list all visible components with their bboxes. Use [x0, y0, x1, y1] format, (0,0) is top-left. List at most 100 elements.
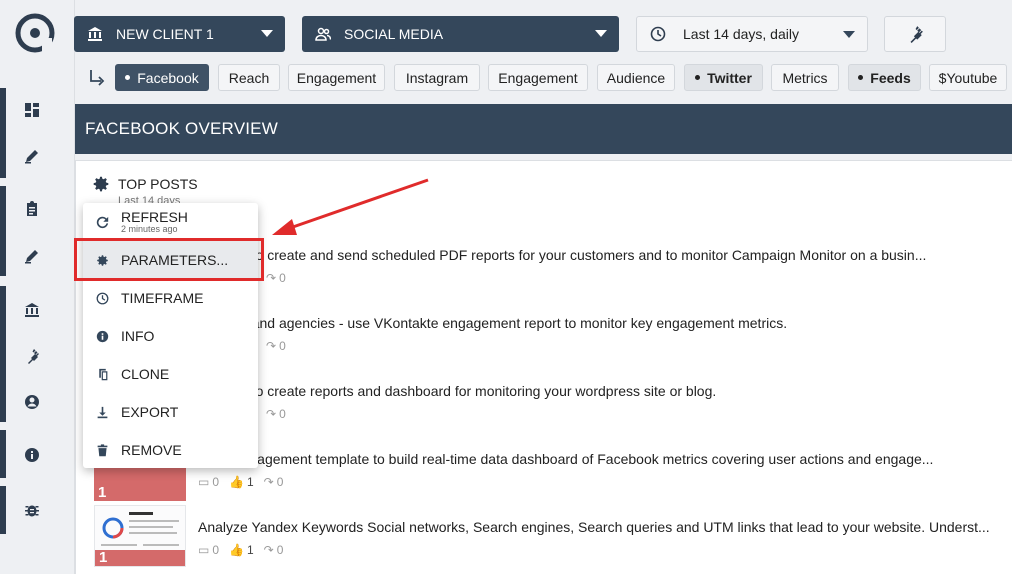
- post-stats: ↷ 0: [266, 407, 286, 421]
- menu-item-label: REMOVE: [121, 442, 182, 458]
- dashboard-preview-image: [95, 512, 185, 566]
- comment-value: 0: [212, 475, 220, 489]
- dashboard-icon[interactable]: [22, 100, 42, 120]
- edit-icon[interactable]: [22, 246, 42, 266]
- chevron-down-icon: [843, 31, 855, 38]
- clock-icon: [649, 25, 667, 43]
- tab-metrics[interactable]: Metrics: [771, 64, 839, 91]
- chevron-down-icon: [595, 30, 607, 37]
- share-count: ↷ 0: [266, 271, 286, 285]
- tab-label: Audience: [606, 69, 666, 86]
- share-value: 0: [279, 339, 286, 353]
- comment-count: ▭ 0: [198, 543, 220, 557]
- menu-item-label: EXPORT: [121, 404, 179, 420]
- dot-icon: [858, 75, 864, 80]
- tab-label: Feeds: [870, 69, 911, 86]
- period-select[interactable]: Last 14 days, daily: [636, 16, 868, 52]
- info-icon[interactable]: [22, 445, 42, 465]
- tab-twitter[interactable]: Twitter: [684, 64, 763, 91]
- trash-icon: [95, 443, 109, 457]
- post-text: book Engagement template to build real-t…: [198, 451, 934, 467]
- post-rank: 1: [98, 484, 107, 501]
- share-value: 0: [279, 407, 286, 421]
- tab-label: Engagement: [296, 69, 377, 86]
- sidebar-group-marker: [0, 430, 6, 478]
- comment-count: ▭ 0: [198, 475, 220, 489]
- menu-item-label: CLONE: [121, 366, 170, 382]
- menu-item-refresh[interactable]: REFRESH 2 minutes ago: [83, 203, 258, 241]
- post-text: emplate to create reports and dashboard …: [198, 383, 717, 399]
- like-count: 👍 1: [229, 475, 254, 489]
- post-text: Analyze Yandex Keywords Social networks,…: [198, 519, 990, 535]
- sidebar-group-marker: [0, 186, 6, 276]
- copy-icon: [95, 367, 109, 381]
- refresh-icon: [95, 215, 109, 229]
- share-value: 0: [276, 475, 284, 489]
- info-icon: [95, 329, 109, 343]
- menu-item-label: INFO: [121, 328, 155, 344]
- post-rank: 1: [99, 549, 108, 566]
- gear-icon[interactable]: [92, 175, 110, 193]
- tab-instagram-engagement[interactable]: Engagement: [488, 64, 588, 91]
- period-select-value: Last 14 days, daily: [683, 26, 799, 42]
- tab-label: Twitter: [707, 69, 752, 86]
- share-count: ↷ 0: [266, 407, 286, 421]
- tab-label: Engagement: [498, 69, 578, 86]
- tab-feeds[interactable]: Feeds: [848, 64, 921, 91]
- widget-title: TOP POSTS: [118, 176, 198, 192]
- left-sidebar: [0, 0, 75, 574]
- bank-icon: [86, 25, 104, 43]
- like-value: 1: [246, 475, 254, 489]
- like-count: 👍 1: [229, 543, 254, 557]
- share-count: ↷ 0: [263, 475, 284, 489]
- share-count: ↷ 0: [266, 339, 286, 353]
- menu-item-label: TIMEFRAME: [121, 290, 204, 306]
- menu-item-clone[interactable]: CLONE: [83, 355, 258, 393]
- sidebar-group-marker: [0, 88, 6, 178]
- clipboard-icon[interactable]: [22, 199, 42, 219]
- menu-item-label: REFRESH: [121, 209, 188, 225]
- page-title: FACEBOOK OVERVIEW: [75, 104, 1012, 154]
- tab-label: Reach: [228, 69, 270, 86]
- tab-youtube[interactable]: $Youtube: [929, 64, 1007, 91]
- client-select-value: NEW CLIENT 1: [116, 26, 214, 42]
- account-icon[interactable]: [22, 392, 42, 412]
- bug-icon[interactable]: [22, 500, 42, 520]
- menu-item-remove[interactable]: REMOVE: [83, 431, 258, 469]
- chevron-down-icon: [261, 30, 273, 37]
- menu-item-timeframe[interactable]: TIMEFRAME: [83, 279, 258, 317]
- edit-icon[interactable]: [22, 146, 42, 166]
- subdirectory-arrow-icon: [90, 70, 105, 86]
- post-text: emplate to create and send scheduled PDF…: [198, 247, 927, 263]
- tab-label: Facebook: [137, 69, 199, 86]
- clock-icon: [95, 291, 109, 305]
- plug-icon: [910, 26, 923, 43]
- tab-facebook-engagement[interactable]: Engagement: [288, 64, 385, 91]
- category-select[interactable]: SOCIAL MEDIA: [302, 16, 619, 52]
- bank-icon[interactable]: [22, 300, 42, 320]
- comment-value: 0: [212, 543, 220, 557]
- tab-label: Metrics: [782, 69, 828, 86]
- tab-facebook[interactable]: Facebook: [115, 64, 209, 91]
- client-select[interactable]: NEW CLIENT 1: [74, 16, 285, 52]
- like-value: 1: [246, 543, 254, 557]
- plug-icon[interactable]: [22, 346, 42, 366]
- post-stats: ↷ 0: [266, 271, 286, 285]
- tab-reach[interactable]: Reach: [218, 64, 280, 91]
- menu-item-info[interactable]: INFO: [83, 317, 258, 355]
- dot-icon: [695, 75, 701, 80]
- post-stats: ▭ 0 👍 1 ↷ 0: [198, 543, 283, 557]
- tab-instagram[interactable]: Instagram: [394, 64, 480, 91]
- tab-label: Instagram: [405, 69, 469, 86]
- share-count: ↷ 0: [263, 543, 284, 557]
- connect-button[interactable]: [884, 16, 946, 52]
- app-logo-icon[interactable]: [14, 12, 56, 54]
- widget-header: TOP POSTS: [92, 175, 198, 193]
- tab-audience[interactable]: Audience: [597, 64, 675, 91]
- sidebar-group-marker: [0, 286, 6, 422]
- tab-label: $Youtube: [938, 69, 998, 86]
- post-thumbnail[interactable]: 1: [94, 505, 186, 567]
- menu-item-export[interactable]: EXPORT: [83, 393, 258, 431]
- sidebar-group-marker: [0, 486, 6, 534]
- post-stats: ▭ 0 👍 1 ↷ 0: [198, 475, 283, 489]
